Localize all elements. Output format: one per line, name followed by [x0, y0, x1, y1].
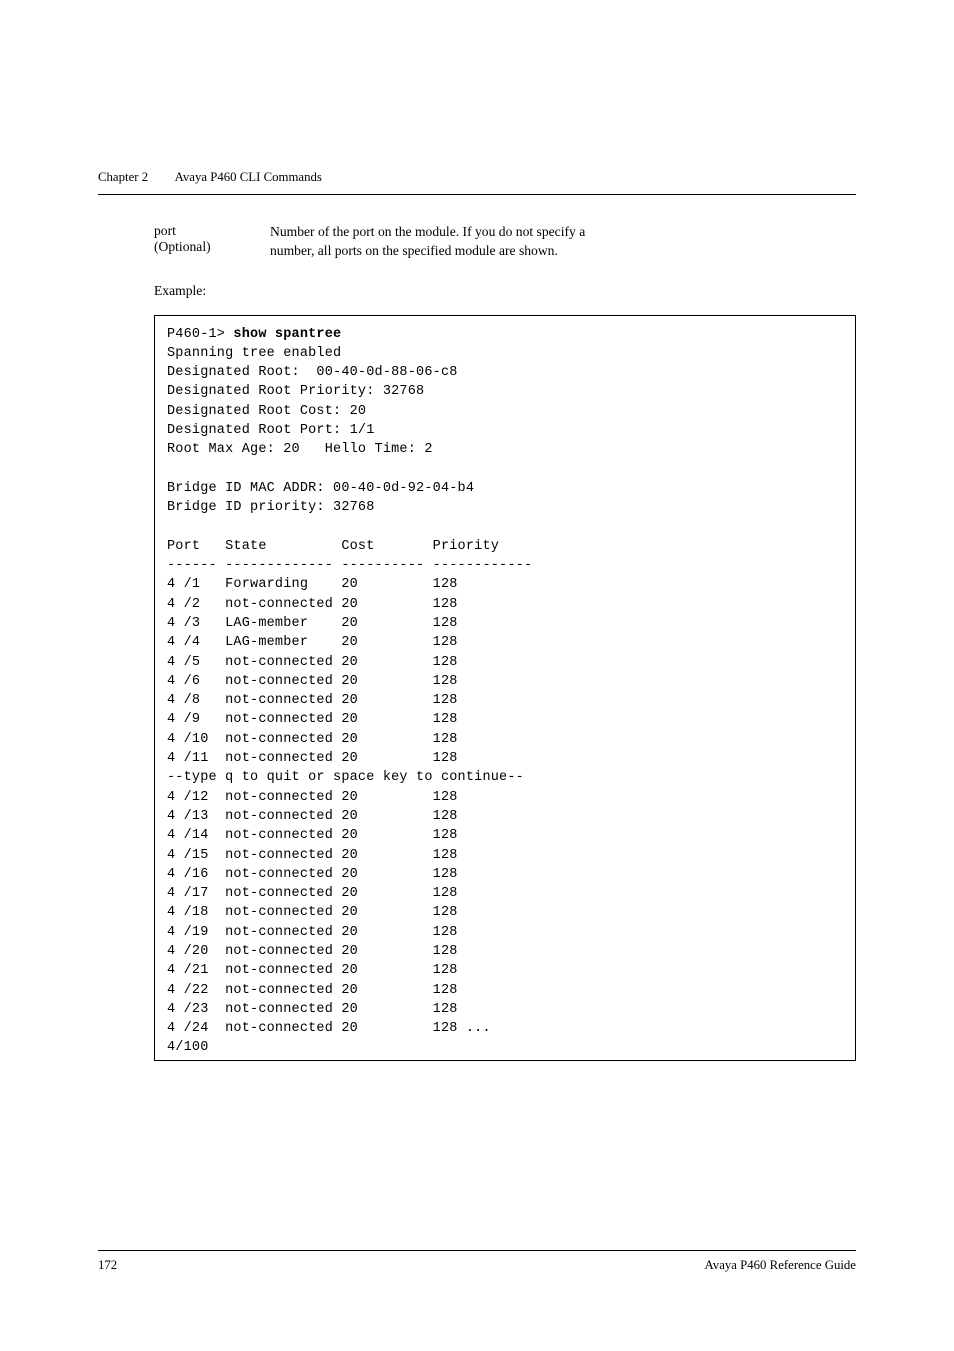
- cli-row: 4 /20 not-connected 20 128: [167, 944, 458, 959]
- parameter-description: Number of the port on the module. If you…: [270, 223, 856, 261]
- cli-row: 4 /17 not-connected 20 128: [167, 886, 458, 901]
- cli-line: Bridge ID priority: 32768: [167, 500, 375, 515]
- cli-row: 4 /6 not-connected 20 128: [167, 674, 458, 689]
- param-name-line1: port: [154, 223, 270, 239]
- cli-row: 4 /9 not-connected 20 128: [167, 712, 458, 727]
- cli-line: Spanning tree enabled: [167, 346, 341, 361]
- param-desc-line2: number, all ports on the specified modul…: [270, 242, 856, 261]
- cli-row: 4 /15 not-connected 20 128: [167, 848, 458, 863]
- param-name-line2: (Optional): [154, 239, 270, 255]
- page-number: 172: [98, 1258, 117, 1273]
- cli-row: 4 /14 not-connected 20 128: [167, 828, 458, 843]
- cli-prompt: P460-1>: [167, 327, 233, 342]
- page-footer: 172 Avaya P460 Reference Guide: [98, 1250, 856, 1273]
- cli-row: 4 /19 not-connected 20 128: [167, 925, 458, 940]
- cli-row: 4 /11 not-connected 20 128: [167, 751, 458, 766]
- cli-row: 4 /3 LAG-member 20 128: [167, 616, 458, 631]
- chapter-label: Chapter 2: [98, 170, 148, 184]
- cli-continue-line: --type q to quit or space key to continu…: [167, 770, 524, 785]
- cli-row: 4 /18 not-connected 20 128: [167, 905, 458, 920]
- cli-row: 4 /4 LAG-member 20 128: [167, 635, 458, 650]
- cli-line: Designated Root Priority: 32768: [167, 384, 424, 399]
- cli-line: Designated Root Port: 1/1: [167, 423, 375, 438]
- cli-row: 4 /13 not-connected 20 128: [167, 809, 458, 824]
- cli-row: 4 /22 not-connected 20 128: [167, 983, 458, 998]
- cli-row: 4/100: [167, 1040, 209, 1055]
- cli-line: Bridge ID MAC ADDR: 00-40-0d-92-04-b4: [167, 481, 474, 496]
- cli-table-header: Port State Cost Priority: [167, 539, 499, 554]
- cli-row: 4 /16 not-connected 20 128: [167, 867, 458, 882]
- header-rule: [98, 194, 856, 195]
- cli-command: show spantree: [233, 327, 341, 342]
- cli-row: 4 /10 not-connected 20 128: [167, 732, 458, 747]
- cli-row: 4 /5 not-connected 20 128: [167, 655, 458, 670]
- cli-line: Designated Root: 00-40-0d-88-06-c8: [167, 365, 458, 380]
- cli-example-box: P460-1> show spantree Spanning tree enab…: [154, 315, 856, 1061]
- cli-row: 4 /2 not-connected 20 128: [167, 597, 458, 612]
- parameter-row: port (Optional) Number of the port on th…: [154, 223, 856, 261]
- page-content: port (Optional) Number of the port on th…: [154, 223, 856, 1061]
- chapter-title: Avaya P460 CLI Commands: [175, 170, 322, 184]
- param-desc-line1: Number of the port on the module. If you…: [270, 223, 856, 242]
- cli-row: 4 /24 not-connected 20 128 ...: [167, 1021, 491, 1036]
- running-header: Chapter 2 Avaya P460 CLI Commands: [98, 170, 856, 185]
- book-title: Avaya P460 Reference Guide: [705, 1258, 857, 1273]
- cli-row: 4 /1 Forwarding 20 128: [167, 577, 458, 592]
- example-label: Example:: [154, 283, 856, 299]
- parameter-name: port (Optional): [154, 223, 270, 261]
- cli-line: Root Max Age: 20 Hello Time: 2: [167, 442, 433, 457]
- cli-line: Designated Root Cost: 20: [167, 404, 366, 419]
- cli-row: 4 /23 not-connected 20 128: [167, 1002, 458, 1017]
- cli-row: 4 /21 not-connected 20 128: [167, 963, 458, 978]
- cli-row: 4 /8 not-connected 20 128: [167, 693, 458, 708]
- cli-table-rule: ------ ------------- ---------- --------…: [167, 558, 532, 573]
- cli-row: 4 /12 not-connected 20 128: [167, 790, 458, 805]
